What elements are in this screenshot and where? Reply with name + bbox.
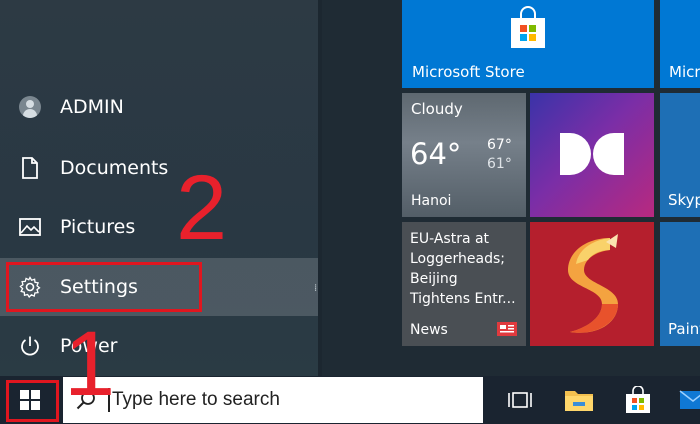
skype-tile-partial[interactable]: Skyp — [660, 93, 700, 217]
user-account-item[interactable]: ADMIN — [0, 78, 318, 136]
store-tile-label: Microsoft Store — [412, 63, 525, 81]
step-two-annotation: 2 — [176, 157, 228, 259]
power-icon — [0, 335, 60, 357]
paint-partial-label: Paint — [668, 320, 700, 338]
paint-tile-partial[interactable]: Paint — [660, 222, 700, 346]
weather-condition: Cloudy — [411, 100, 463, 118]
sketchbook-tile[interactable] — [530, 222, 654, 346]
weather-high: 67° — [487, 137, 512, 153]
start-annotation-box — [6, 380, 59, 422]
pictures-item[interactable]: Pictures — [0, 198, 318, 256]
pictures-label: Pictures — [60, 216, 136, 238]
settings-annotation-box — [6, 262, 202, 312]
news-tile[interactable]: EU-Astra at Loggerheads; Beijing Tighten… — [402, 222, 526, 346]
documents-label: Documents — [60, 157, 169, 179]
dolby-tile[interactable] — [530, 93, 654, 217]
search-placeholder: Type here to search — [108, 388, 280, 412]
folder-icon — [565, 391, 593, 411]
weather-tile[interactable]: Cloudy 64° 67° 61° Hanoi — [402, 93, 526, 217]
file-explorer-button[interactable] — [553, 376, 605, 424]
picture-icon — [0, 218, 60, 236]
store-partial-label: Micr — [669, 63, 700, 81]
microsoft-store-tile[interactable]: Microsoft Store — [402, 0, 654, 88]
avatar — [19, 96, 41, 118]
store-bag-icon — [511, 6, 545, 48]
weather-low: 61° — [487, 156, 512, 172]
user-name: ADMIN — [60, 96, 124, 118]
news-icon — [497, 322, 517, 336]
task-view-icon — [508, 392, 532, 408]
taskbar-search-box[interactable]: Type here to search — [63, 377, 483, 423]
weather-city: Hanoi — [411, 193, 452, 209]
scroll-grip[interactable]: ⁞ — [314, 283, 317, 294]
taskbar-store-button[interactable] — [612, 376, 664, 424]
news-headline: EU-Astra at Loggerheads; Beijing Tighten… — [410, 231, 516, 307]
mail-icon — [679, 390, 700, 409]
task-view-button[interactable] — [496, 376, 544, 424]
dolby-logo-icon — [560, 133, 624, 175]
sketchbook-logo-icon — [568, 234, 618, 333]
news-label: News — [410, 322, 448, 338]
weather-temperature: 64° — [410, 137, 462, 171]
user-icon — [0, 96, 60, 118]
document-icon — [0, 157, 60, 179]
store-tile-partial[interactable]: Micr — [660, 0, 700, 88]
store-icon — [626, 386, 650, 413]
skype-partial-label: Skyp — [668, 191, 700, 209]
step-one-annotation: 1 — [64, 313, 116, 415]
mail-button[interactable] — [670, 376, 700, 424]
documents-item[interactable]: Documents — [0, 139, 318, 197]
power-item[interactable]: Power — [0, 317, 318, 375]
